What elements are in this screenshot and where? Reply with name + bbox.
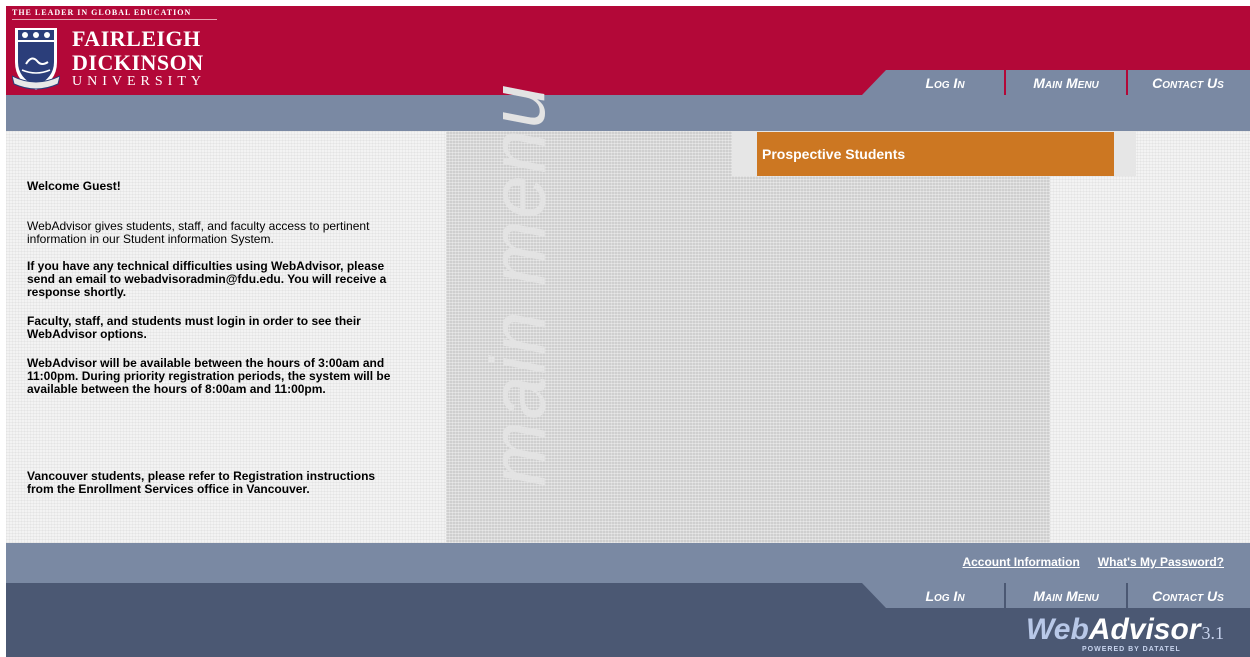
tagline-rule xyxy=(12,19,217,20)
hours-paragraph: WebAdvisor will be available between the… xyxy=(27,356,391,396)
logo-line-university: UNIVERSITY xyxy=(72,74,206,89)
account-information-link[interactable]: Account Information xyxy=(962,555,1079,569)
main-menu-panel: main menu Prospective Students xyxy=(446,82,1136,543)
webadvisor-logo-advisor: Advisor xyxy=(1088,613,1201,646)
whats-my-password-link[interactable]: What's My Password? xyxy=(1098,555,1224,569)
webadvisor-logo-web: Web xyxy=(1026,613,1089,646)
welcome-heading: Welcome Guest! xyxy=(27,179,121,193)
page: THE LEADER IN GLOBAL EDUCATION FAIRLEIGH… xyxy=(6,6,1250,657)
login-paragraph: Faculty, staff, and students must login … xyxy=(27,314,361,341)
logo-line-fairleigh: FAIRLEIGH xyxy=(72,26,201,51)
webadvisor-version: 3.1 xyxy=(1201,623,1225,643)
support-paragraph: If you have any technical difficulties u… xyxy=(27,259,387,299)
logo-line-dickinson: DICKINSON xyxy=(72,50,204,75)
footer-links-bar: Account Information What's My Password? xyxy=(6,543,1250,583)
bottom-nav: Log In Main Menu Contact Us xyxy=(886,583,1250,608)
nav-main-menu-link[interactable]: Main Menu xyxy=(1006,75,1126,91)
university-crest-icon xyxy=(12,28,60,90)
welcome-panel: Welcome Guest! WebAdvisor gives students… xyxy=(6,131,446,543)
webadvisor-logo: Web Advisor 3.1 xyxy=(1026,613,1224,647)
nav-contact-us-link[interactable]: Contact Us xyxy=(1128,75,1248,91)
main-menu-watermark: main menu xyxy=(473,82,562,487)
prospective-students-label: Prospective Students xyxy=(762,146,906,162)
main-content: Welcome Guest! WebAdvisor gives students… xyxy=(6,82,1250,543)
top-nav: Log In Main Menu Contact Us xyxy=(886,70,1250,95)
footer-contact-us-link[interactable]: Contact Us xyxy=(1128,588,1248,604)
nav-login-link[interactable]: Log In xyxy=(886,75,1004,91)
right-panel xyxy=(1050,131,1250,543)
vancouver-paragraph: Vancouver students, please refer to Regi… xyxy=(27,469,376,496)
intro-paragraph: WebAdvisor gives students, staff, and fa… xyxy=(27,219,370,246)
footer-login-link[interactable]: Log In xyxy=(886,588,1004,604)
footer-links: Account Information What's My Password? xyxy=(962,555,1224,569)
powered-by-datatel: POWERED BY DATATEL xyxy=(1082,646,1181,653)
sub-bar xyxy=(6,95,1250,131)
footer-main-menu-link[interactable]: Main Menu xyxy=(1006,588,1126,604)
tagline: THE LEADER IN GLOBAL EDUCATION xyxy=(12,8,192,17)
